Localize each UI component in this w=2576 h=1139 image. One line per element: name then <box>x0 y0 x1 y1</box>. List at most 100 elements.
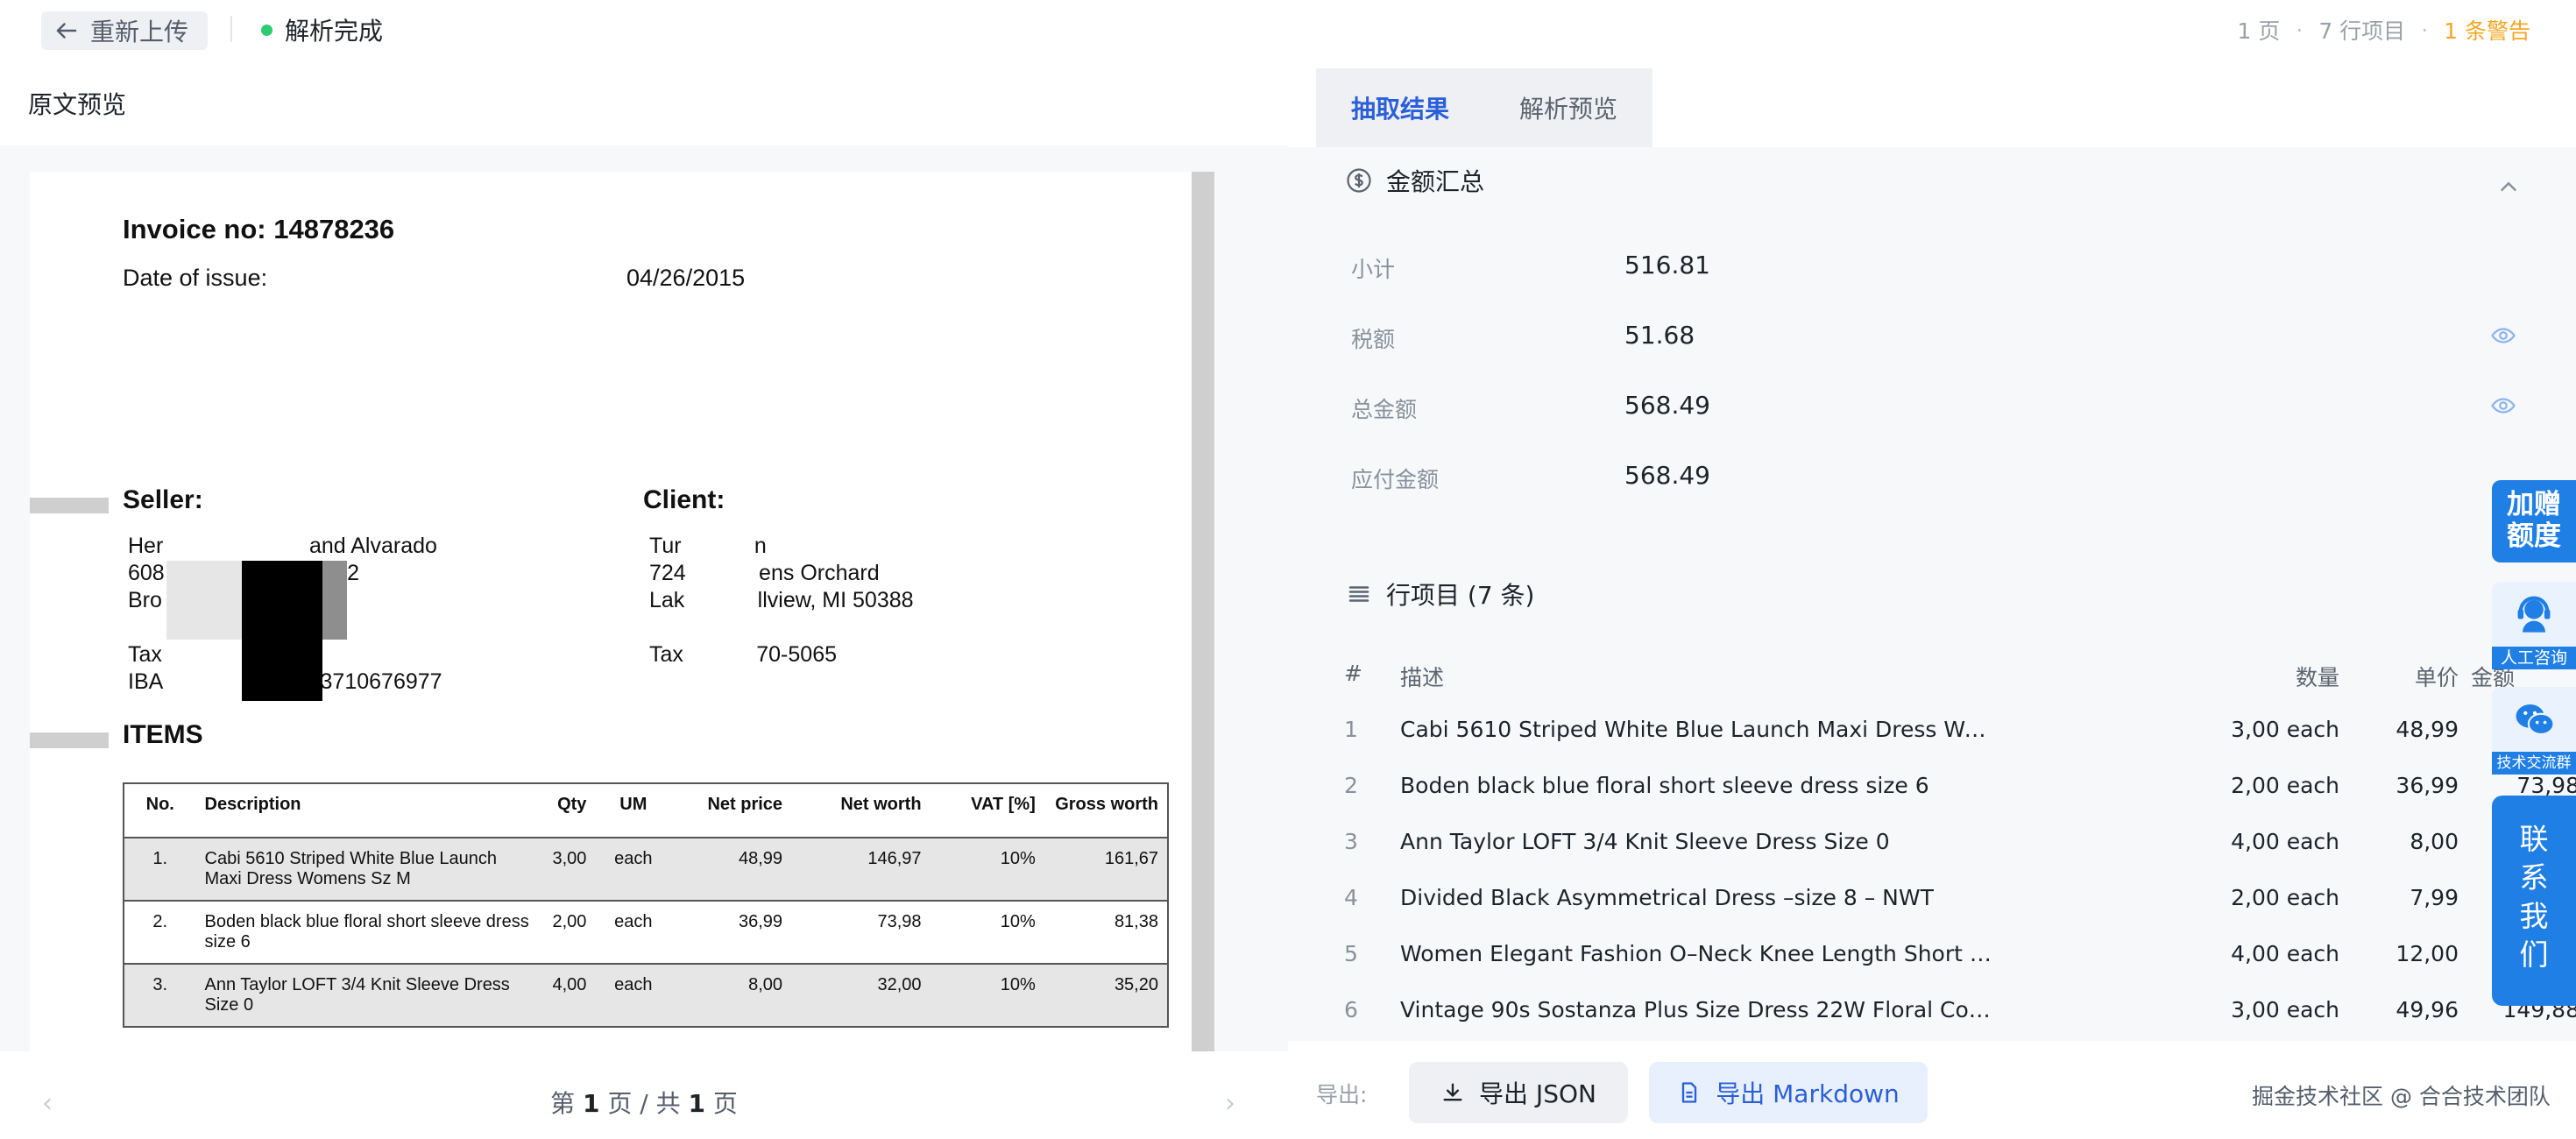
items-heading: ITEMS <box>123 720 203 749</box>
redaction-overlay <box>242 561 322 701</box>
list-item[interactable]: 4 Divided Black Asymmetrical Dress –size … <box>1288 885 2576 941</box>
col-header: Gross worth <box>1044 783 1168 838</box>
table-cell: 3,00 <box>538 838 596 902</box>
pager-prefix: 第 <box>550 1089 576 1118</box>
table-row: 2. Boden black blue floral short sleeve d… <box>124 901 1168 965</box>
col-header: Qty <box>538 783 596 838</box>
list-item[interactable]: 2 Boden black blue floral short sleeve dr… <box>1288 773 2576 829</box>
bonus-quota-line1: 加赠 <box>2507 489 2561 520</box>
app-root: 重新上传 解析完成 1 页 · 7 行项目 · 1 条警告 原文预览 Invoi… <box>0 0 2576 1139</box>
export-json-button[interactable]: 导出 JSON <box>1409 1062 1628 1123</box>
line-item-description: Divided Black Asymmetrical Dress –size 8… <box>1400 885 1934 910</box>
total-value: 568.49 <box>1624 391 1710 420</box>
table-cell: 35,20 <box>1044 964 1168 1028</box>
line-item-number: 3 <box>1344 829 1358 854</box>
table-cell: 161,67 <box>1044 838 1168 902</box>
table-cell: 146,97 <box>791 838 931 902</box>
table-cell: Ann Taylor LOFT 3/4 Knit Sleeve Dress Si… <box>195 964 539 1028</box>
export-json-label: 导出 JSON <box>1479 1079 1596 1108</box>
list-item[interactable]: 3 Ann Taylor LOFT 3/4 Knit Sleeve Dress S… <box>1288 829 2576 885</box>
table-cell: Cabi 5610 Striped White Blue Launch Maxi… <box>195 838 539 902</box>
export-markdown-label: 导出 Markdown <box>1716 1079 1900 1108</box>
export-markdown-button[interactable]: 导出 Markdown <box>1649 1062 1928 1123</box>
download-icon <box>1443 1083 1462 1101</box>
line-item-quantity: 3,00 each <box>2231 997 2339 1022</box>
line-item-unit-price: 12,00 <box>2396 941 2459 966</box>
list-item[interactable]: 5 Women Elegant Fashion O–Neck Knee Lengt… <box>1288 941 2576 997</box>
table-cell: 10% <box>930 901 1044 965</box>
tax-value: 51.68 <box>1624 321 1695 350</box>
line-item-description: Cabi 5610 Striped White Blue Launch Maxi… <box>1400 717 1996 742</box>
seller-address-line: Her and Alvarado <box>128 534 437 558</box>
tab-extraction[interactable]: 抽取结果 <box>1316 68 1484 147</box>
table-cell: 73,98 <box>791 901 931 965</box>
doc-meta: 1 页 · 7 行项目 · 1 条警告 <box>2238 14 2530 46</box>
page-pager: ‹ 第 1 页 / 共 1 页 › <box>0 1062 1288 1139</box>
result-tabs: 抽取结果 解析预览 <box>1316 68 1652 147</box>
col-price-header: 单价 <box>2414 665 2459 690</box>
tech-group-button[interactable]: 技术交流群 <box>2492 687 2576 775</box>
dollar-circle-icon <box>1347 168 1371 193</box>
export-bar: 导出: 导出 JSON 导出 Markdown 掘金技术社区 @ 合合技术团队 <box>1288 1041 2576 1139</box>
col-header: Net worth <box>791 783 931 838</box>
chevron-right-icon[interactable]: › <box>1225 1088 1235 1119</box>
line-item-unit-price: 36,99 <box>2396 773 2459 798</box>
eye-icon[interactable] <box>2490 393 2516 419</box>
col-no-header: # <box>1344 661 1362 686</box>
client-address-line: Tax 70-5065 <box>649 642 838 667</box>
line-item-unit-price: 8,00 <box>2410 829 2459 854</box>
line-item-amount: 73,98 <box>2516 773 2576 798</box>
list-item[interactable]: 6 Vintage 90s Sostanza Plus Size Dress 22… <box>1288 997 2576 1041</box>
tax-label: 税额 <box>1351 327 1396 352</box>
table-cell: 1. <box>124 838 196 902</box>
redaction-overlay <box>319 561 347 640</box>
line-items-header[interactable]: 行项目 (7 条) <box>1346 577 1534 612</box>
line-item-number: 5 <box>1344 941 1358 966</box>
client-address-line <box>649 614 914 641</box>
pager-current: 1 <box>582 1089 600 1118</box>
table-cell: 3. <box>124 964 196 1028</box>
pager-total: 1 <box>688 1089 706 1118</box>
status-dot-icon <box>261 24 272 36</box>
eye-icon[interactable] <box>2490 322 2516 349</box>
subtotal-value: 516.81 <box>1624 251 1710 279</box>
original-preview-pane[interactable]: Invoice no: 14878236 Date of issue: 04/2… <box>0 145 1288 1051</box>
table-cell: 48,99 <box>671 838 792 902</box>
line-item-description: Women Elegant Fashion O–Neck Knee Length… <box>1400 941 1996 966</box>
line-item-quantity: 3,00 each <box>2231 717 2339 742</box>
line-item-unit-price: 7,99 <box>2410 885 2459 910</box>
table-cell: 10% <box>930 964 1044 1028</box>
arrow-left-icon <box>56 23 77 39</box>
meta-separator: · <box>2296 17 2304 43</box>
bonus-quota-line2: 额度 <box>2507 520 2561 552</box>
reupload-button[interactable]: 重新上传 <box>41 11 209 50</box>
table-cell: 8,00 <box>671 964 792 1028</box>
chevron-up-icon[interactable] <box>2495 173 2522 200</box>
bonus-quota-button[interactable]: 加赠 额度 <box>2492 480 2576 562</box>
table-cell: 4,00 <box>538 964 596 1028</box>
warning-count[interactable]: 1 条警告 <box>2444 14 2530 46</box>
pager-suffix: 页 <box>712 1089 738 1118</box>
wechat-icon <box>2516 704 2555 736</box>
human-support-button[interactable]: 人工咨询 <box>2492 582 2576 669</box>
amount-due-label: 应付金额 <box>1351 467 1440 492</box>
meta-separator: · <box>2421 17 2429 43</box>
page-count: 1 页 <box>2237 18 2281 44</box>
contact-char: 联 <box>2519 822 2549 856</box>
watermark-note: 掘金技术社区 @ 合合技术团队 <box>2252 1084 2551 1109</box>
line-item-unit-price: 48,99 <box>2396 717 2459 742</box>
line-item-number: 6 <box>1344 997 1358 1022</box>
section-marker <box>30 498 109 513</box>
line-item-unit-price: 49,96 <box>2396 997 2459 1022</box>
page-indicator: 第 1 页 / 共 1 页 <box>0 1085 1288 1120</box>
extraction-results: 金额汇总 小计 516.81 税额 51.68 总金额 568.49 应付金额 … <box>1288 147 2576 1041</box>
table-cell: 2. <box>124 901 196 965</box>
amount-summary-header[interactable]: 金额汇总 <box>1346 163 1484 198</box>
list-item[interactable]: 1 Cabi 5610 Striped White Blue Launch Max… <box>1288 717 2576 773</box>
tab-parse-preview[interactable]: 解析预览 <box>1484 68 1652 147</box>
document-icon <box>1682 1082 1697 1103</box>
line-item-quantity: 2,00 each <box>2231 885 2339 910</box>
contact-us-button[interactable]: 联 系 我 们 <box>2492 796 2576 1006</box>
preview-scrollbar[interactable] <box>1192 172 1214 1051</box>
list-icon <box>1348 586 1369 602</box>
